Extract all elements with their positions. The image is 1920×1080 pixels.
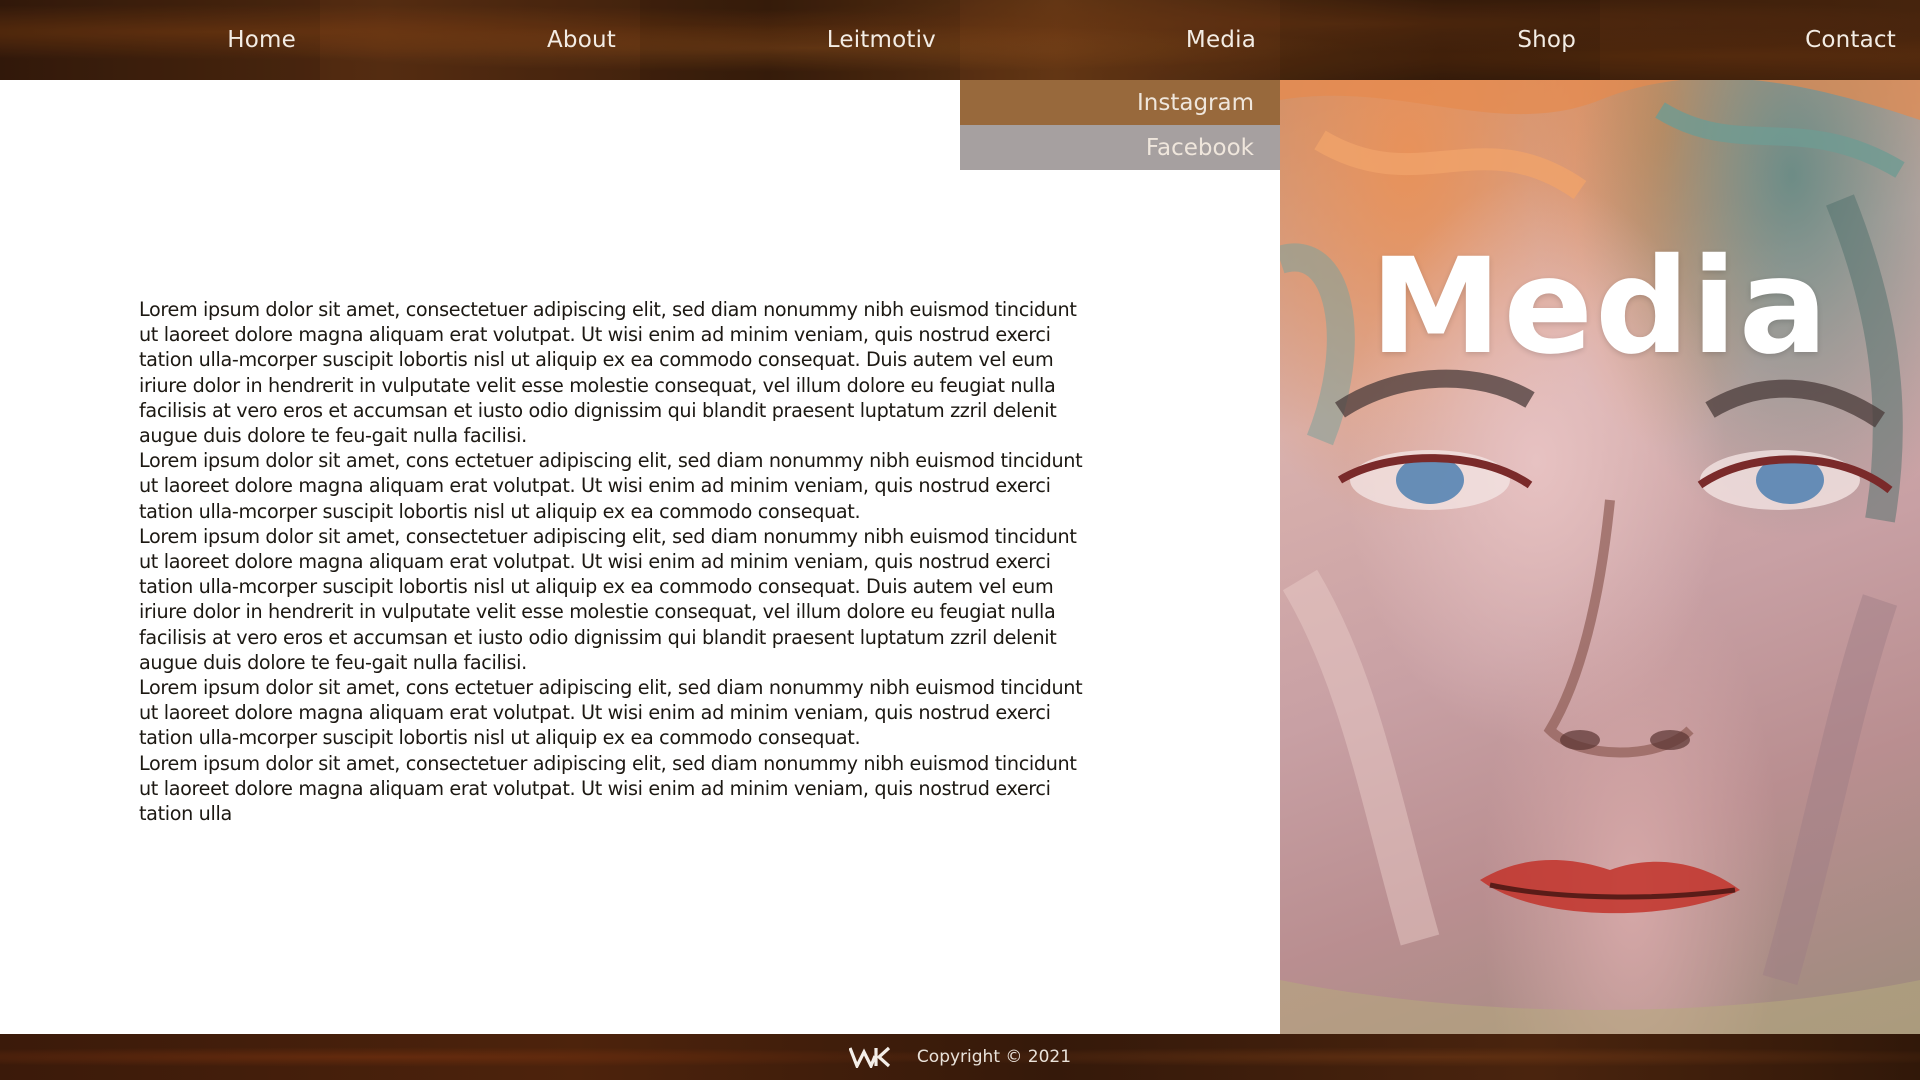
painting-image xyxy=(1280,80,1920,1034)
paragraph: Lorem ipsum dolor sit amet, consectetuer… xyxy=(139,751,1077,826)
nav-item-leitmotiv[interactable]: Leitmotiv xyxy=(640,0,960,80)
paragraph: Lorem ipsum dolor sit amet, consectetuer… xyxy=(139,524,1077,674)
nav-item-label: Media xyxy=(1185,27,1256,53)
page-title: Media xyxy=(1370,230,1830,384)
nav-item-label: Contact xyxy=(1805,27,1896,53)
nav-item-contact[interactable]: Contact xyxy=(1600,0,1920,80)
nav-item-label: Shop xyxy=(1517,27,1576,53)
nav-item-shop[interactable]: Shop xyxy=(1280,0,1600,80)
nav-item-label: Home xyxy=(227,27,296,53)
media-dropdown-menu: Instagram Facebook xyxy=(960,80,1280,170)
copyright-text: Copyright © 2021 xyxy=(916,1047,1072,1067)
top-nav: Home About Leitmotiv Media Shop Contact xyxy=(0,0,1920,80)
dropdown-item-facebook[interactable]: Facebook xyxy=(960,125,1280,170)
wk-logo-icon[interactable] xyxy=(848,1046,891,1068)
hero-painting: Media xyxy=(1280,80,1920,1034)
nav-item-media[interactable]: Media xyxy=(960,0,1280,80)
nav-item-label: About xyxy=(546,27,616,53)
nav-item-home[interactable]: Home xyxy=(0,0,320,80)
footer: Copyright © 2021 xyxy=(0,1034,1920,1080)
dropdown-item-instagram[interactable]: Instagram xyxy=(960,80,1280,125)
nav-item-about[interactable]: About xyxy=(320,0,640,80)
paragraph: Lorem ipsum dolor sit amet, cons ectetue… xyxy=(139,676,1083,750)
paragraph: Lorem ipsum dolor sit amet, consectetuer… xyxy=(139,298,1077,448)
nav-item-label: Leitmotiv xyxy=(826,27,936,53)
paragraph: Lorem ipsum dolor sit amet, cons ectetue… xyxy=(139,449,1083,523)
main-content: Lorem ipsum dolor sit amet, consectetuer… xyxy=(139,297,1089,826)
